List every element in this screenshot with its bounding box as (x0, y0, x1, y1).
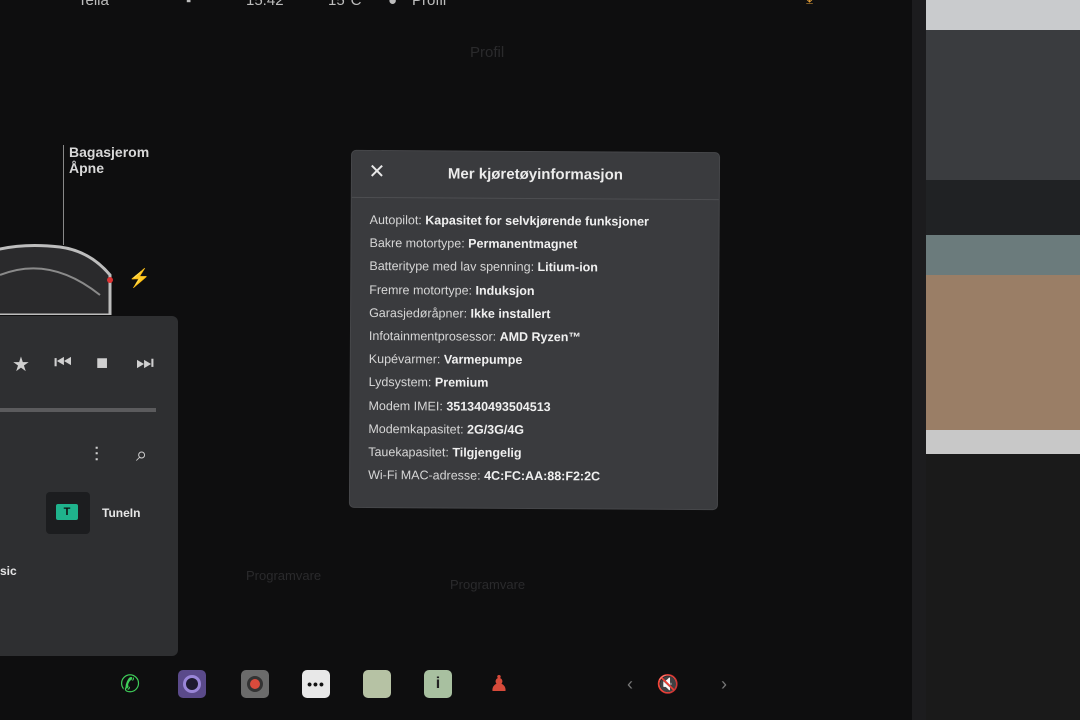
interior-lower (926, 454, 1080, 720)
ghost-programvare-right: Programvare (450, 577, 526, 592)
vehicle-info-list: Autopilot: Kapasitet for selvkjørende fu… (368, 213, 710, 493)
joystick-icon[interactable]: ♟ (485, 670, 513, 698)
search-icon[interactable]: ⌕ (136, 444, 147, 467)
trunk-pointer-line (63, 145, 64, 245)
interior-band (926, 180, 1080, 235)
volume-muted-icon[interactable]: 🔇 (654, 670, 682, 698)
media-progress-bar[interactable] (0, 408, 156, 412)
next-icon[interactable]: ⏭ (136, 352, 154, 375)
tunein-label[interactable]: TuneIn (102, 506, 140, 520)
clock: 15:42 (246, 0, 284, 9)
camera-icon[interactable] (178, 670, 206, 698)
info-row: Tauekapasitet: Tilgjengelig (368, 444, 522, 460)
stop-icon[interactable]: ■ (96, 352, 108, 375)
tunein-logo-icon: T (56, 504, 78, 520)
vehicle-info-modal: ✕ Mer kjøretøyinformasjon Autopilot: Kap… (349, 150, 720, 510)
interior-band (926, 0, 1080, 30)
carrier-label: Telia (78, 0, 109, 9)
music-source-label[interactable]: sic (0, 564, 17, 578)
bottom-dock: ✆ ••• i ♟ ‹ 🔇 › (0, 660, 912, 720)
info-row: Fremre motortype: Induksjon (369, 282, 535, 298)
info-row: Bakre motortype: Permanentmagnet (369, 236, 578, 252)
info-row: Batteritype med lav spenning: Litium-ion (369, 259, 599, 275)
metal-trim (926, 430, 1080, 454)
interior-band (926, 235, 1080, 275)
charging-bolt-icon: ⚡ (128, 268, 151, 288)
trunk-label-line2: Åpne (69, 160, 104, 176)
modal-header: ✕ Mer kjøretøyinformasjon (351, 150, 720, 201)
wood-trim (926, 275, 1080, 430)
trunk-open-button[interactable]: Bagasjerom Åpne (69, 144, 149, 176)
equalizer-icon[interactable]: ⫶ (94, 444, 99, 467)
more-icon[interactable]: ••• (302, 670, 330, 698)
info-row: Lydsystem: Premium (368, 375, 489, 391)
car-render (0, 244, 113, 315)
lock-icon[interactable]: ▪ (186, 0, 191, 9)
phone-icon[interactable]: ✆ (116, 670, 144, 698)
touchscreen: Telia ▪ 15:42 15°C ● Profil ⤓ SOS Profil… (0, 0, 912, 720)
ghost-header: Profil (470, 44, 505, 61)
info-row: Modem IMEI: 351340493504513 (368, 398, 551, 414)
manual-icon[interactable]: i (424, 670, 452, 698)
previous-icon[interactable]: ⏮ (54, 352, 72, 375)
tunein-source-button[interactable]: T (46, 492, 90, 534)
profile-icon[interactable]: ● (388, 0, 397, 9)
dashcam-icon[interactable] (241, 670, 269, 698)
info-row: Infotainmentprosessor: AMD Ryzen™ (368, 328, 581, 345)
media-player-card: ★ ⏮ ■ ⏭ ⫶ ⌕ T TuneIn sic (0, 316, 178, 656)
modal-title: Mer kjøretøyinformasjon (447, 165, 624, 184)
screen-bezel (912, 0, 926, 720)
favorite-icon[interactable]: ★ (12, 352, 30, 377)
ghost-programvare: Programvare (246, 568, 322, 583)
sos-icon[interactable]: SOS (842, 0, 861, 2)
info-row: Autopilot: Kapasitet for selvkjørende fu… (369, 212, 650, 229)
info-row: Modemkapasitet: 2G/3G/4G (368, 421, 525, 437)
status-bar: Telia ▪ 15:42 15°C ● Profil ⤓ SOS (0, 0, 912, 12)
chevron-right-icon[interactable]: › (710, 670, 738, 698)
interior-band (926, 30, 1080, 180)
chevron-left-icon[interactable]: ‹ (616, 670, 644, 698)
info-row: Garasjedøråpner: Ikke installert (369, 305, 551, 321)
calculator-icon[interactable] (363, 670, 391, 698)
outside-temperature: 15°C (328, 0, 362, 9)
download-icon[interactable]: ⤓ (806, 0, 813, 8)
trunk-label-line1: Bagasjerom (69, 144, 150, 160)
info-row: Wi-Fi MAC-adresse: 4C:FC:AA:88:F2:2C (368, 468, 601, 484)
info-row: Kupévarmer: Varmepumpe (368, 352, 523, 368)
profile-label[interactable]: Profil (412, 0, 446, 9)
car-interior (926, 0, 1080, 720)
